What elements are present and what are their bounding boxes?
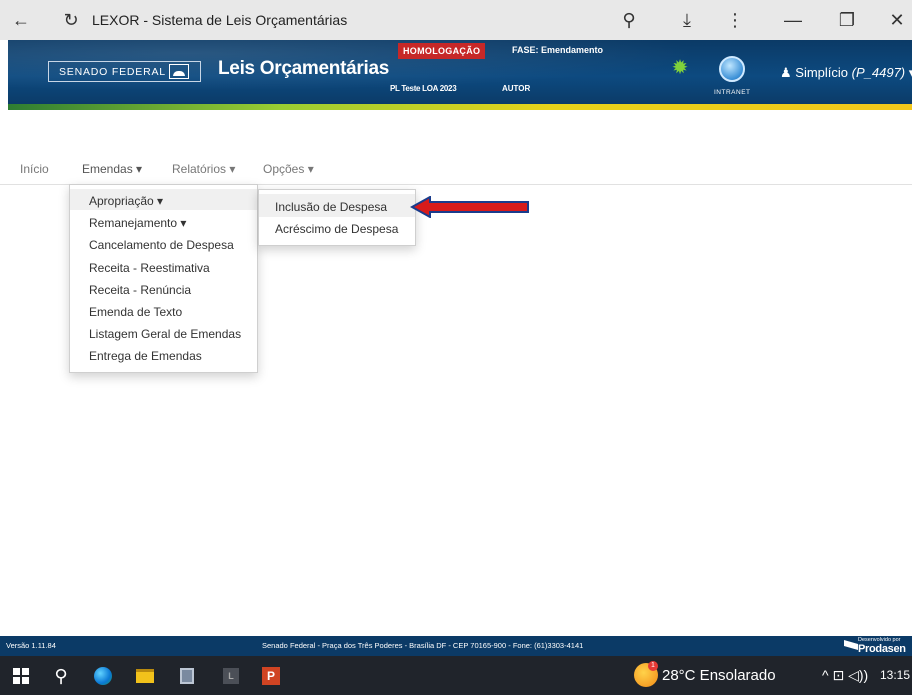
logo-text: SENADO FEDERAL xyxy=(59,65,166,78)
minimize-icon[interactable]: — xyxy=(780,7,806,33)
close-icon[interactable]: ✕ xyxy=(884,7,910,33)
powerpoint-icon[interactable]: P xyxy=(260,665,282,687)
app-header: SENADO FEDERAL Leis Orçamentárias HOMOLO… xyxy=(8,40,912,106)
arrow-left-icon[interactable]: ← xyxy=(8,7,34,33)
nav-emendas[interactable]: Emendas ▾ xyxy=(82,162,142,176)
author-label: AUTOR xyxy=(502,84,531,93)
submenu-item-inclusao-despesa[interactable]: Inclusão de Despesa xyxy=(275,200,387,214)
taskbar: ⚲ L P 1 28°C Ensolarado ^ ⊡ ◁)) 13:15 xyxy=(0,656,912,695)
kebab-menu-icon[interactable]: ⋮ xyxy=(722,7,748,33)
calculator-icon[interactable] xyxy=(176,665,198,687)
weather-label[interactable]: 28°C Ensolarado xyxy=(662,667,776,684)
pl-label: PL Teste LOA 2023 xyxy=(390,84,457,93)
menu-item-listagem-geral[interactable]: Listagem Geral de Emendas xyxy=(89,327,241,341)
menu-item-apropriacao[interactable]: Apropriação ▾ xyxy=(89,194,163,208)
dev-brand-label: Prodasen xyxy=(858,643,906,655)
address-label: Senado Federal - Praça dos Três Poderes … xyxy=(262,641,584,650)
prodasen-logo: Desenvolvido por Prodasen xyxy=(828,636,912,656)
clock[interactable]: 13:15 xyxy=(880,668,910,682)
menu-item-emenda-texto[interactable]: Emenda de Texto xyxy=(89,305,182,319)
nav-inicio[interactable]: Início xyxy=(20,162,49,176)
apropriacao-submenu: Inclusão de Despesa Acréscimo de Despesa xyxy=(258,189,416,246)
windows-start-icon[interactable] xyxy=(10,665,32,687)
header-stripe xyxy=(8,104,912,110)
zoom-out-icon[interactable]: ⚲ xyxy=(616,7,642,33)
submenu-item-acrescimo-despesa[interactable]: Acréscimo de Despesa xyxy=(275,222,398,236)
window-title: LEXOR - Sistema de Leis Orçamentárias xyxy=(92,12,348,28)
edge-browser-icon[interactable] xyxy=(92,665,114,687)
restore-icon[interactable]: ❐ xyxy=(834,7,860,33)
browser-titlebar: ← ↻ LEXOR - Sistema de Leis Orçamentária… xyxy=(0,0,912,40)
app-title: Leis Orçamentárias xyxy=(218,58,389,79)
menu-item-cancelamento[interactable]: Cancelamento de Despesa xyxy=(89,238,234,252)
weather-badge: 1 xyxy=(648,661,658,671)
app-footer: Versão 1.11.84 Senado Federal - Praça do… xyxy=(0,636,912,656)
file-explorer-icon[interactable] xyxy=(134,665,156,687)
nav-relatorios[interactable]: Relatórios ▾ xyxy=(172,162,235,176)
user-icon: ♟ xyxy=(780,65,792,80)
system-tray-icons[interactable]: ^ ⊡ ◁)) xyxy=(822,667,868,684)
menu-item-remanejamento[interactable]: Remanejamento ▾ xyxy=(89,216,186,230)
gear-icon[interactable]: ✹ xyxy=(670,58,690,78)
menu-item-receita-renuncia[interactable]: Receita - Renúncia xyxy=(89,283,191,297)
emendas-dropdown: Apropriação ▾ Remanejamento ▾ Cancelamen… xyxy=(69,184,258,373)
download-icon[interactable]: ⤓ xyxy=(674,7,700,33)
prodasen-wing-icon xyxy=(844,640,858,650)
intranet-label[interactable]: INTRANET xyxy=(714,89,751,96)
user-menu[interactable]: ♟ Simplício (P_4497) ▾ xyxy=(780,65,912,81)
senado-logo[interactable]: SENADO FEDERAL xyxy=(48,61,201,82)
user-name: Simplício xyxy=(795,65,849,80)
nav-opcoes[interactable]: Opções ▾ xyxy=(263,162,314,176)
senado-symbol-icon xyxy=(169,64,189,79)
search-icon[interactable]: ⚲ xyxy=(50,665,72,687)
environment-badge: HOMOLOGAÇÃO xyxy=(398,43,486,59)
app-l-icon[interactable]: L xyxy=(220,665,242,687)
main-nav: Início Emendas ▾ Relatórios ▾ Opções ▾ xyxy=(0,155,912,185)
screen: ← ↻ LEXOR - Sistema de Leis Orçamentária… xyxy=(0,0,912,695)
menu-item-entrega[interactable]: Entrega de Emendas xyxy=(89,349,202,363)
menu-item-receita-reestimativa[interactable]: Receita - Reestimativa xyxy=(89,261,210,275)
intranet-globe-icon[interactable] xyxy=(719,56,745,82)
user-id: (P_4497) xyxy=(851,65,906,80)
version-label: Versão 1.11.84 xyxy=(6,641,56,650)
reload-icon[interactable]: ↻ xyxy=(58,7,84,33)
red-arrow-icon xyxy=(410,196,529,218)
phase-label: FASE: Emendamento xyxy=(512,45,604,55)
